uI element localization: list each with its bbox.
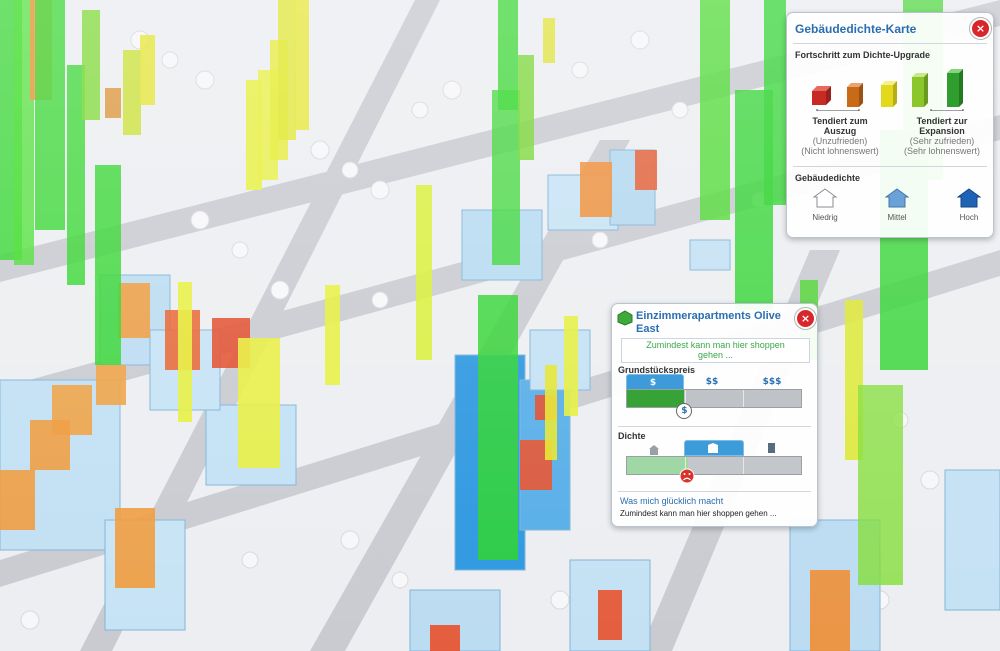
- svg-text:$$: $$: [706, 377, 719, 386]
- house-medium-icon: [885, 188, 909, 208]
- legend-divider: [793, 43, 987, 44]
- legend-title: Gebäudedichte-Karte: [795, 22, 917, 36]
- density-bar: [626, 456, 802, 475]
- cube-orange-icon: [847, 83, 863, 107]
- info-close-button[interactable]: ×: [795, 308, 816, 329]
- density-low-house-icon: [649, 445, 659, 455]
- land-value-low-icon: $: [650, 378, 656, 387]
- building-info-panel: Einzimmerapartments Olive East × Zuminde…: [611, 303, 818, 527]
- happiness-text: Zumindest kann man hier shoppen gehen ..…: [620, 509, 777, 518]
- happiness-heading: Was mich glücklich macht: [620, 496, 724, 506]
- land-value-bar-fill: [627, 390, 685, 407]
- progress-cubes: [812, 69, 964, 111]
- density-high-building-icon: [768, 443, 775, 453]
- cube-yellow-icon: [881, 81, 897, 107]
- density-section-heading: Dichte: [618, 431, 646, 441]
- house-high-icon: [957, 188, 981, 208]
- resident-quote: Zumindest kann man hier shoppen gehen ..…: [621, 338, 810, 363]
- density-map-legend: Gebäudedichte-Karte × Fortschritt zum Di…: [786, 12, 994, 238]
- density-heading: Gebäudedichte: [795, 173, 861, 183]
- cube-lime-icon: [912, 73, 928, 107]
- unhappy-face-icon: [679, 468, 695, 484]
- land-value-bar: [626, 389, 802, 408]
- land-value-medium-icon: $$: [706, 377, 719, 386]
- density-low-label: Niedrig: [812, 213, 838, 222]
- density-high-label: Hoch: [959, 213, 979, 222]
- tend-move-out-label: Tendiert zum Auszug (Unzufrieden) (Nicht…: [801, 116, 879, 156]
- svg-text:$: $: [650, 378, 656, 387]
- land-value-high-icon: $$$: [763, 377, 782, 386]
- residential-zone-icon: [617, 310, 633, 326]
- legend-divider-2: [793, 166, 987, 167]
- tend-expansion-label: Tendiert zur Expansion (Sehr zufrieden) …: [903, 116, 981, 156]
- cube-green-icon: [947, 69, 963, 107]
- building-name: Einzimmerapartments Olive East: [636, 310, 781, 335]
- legend-close-button[interactable]: ×: [970, 18, 991, 39]
- land-value-marker: $: [676, 403, 693, 419]
- house-low-icon: [813, 188, 837, 208]
- density-medium-label: Mittel: [887, 213, 907, 222]
- svg-text:$$$: $$$: [763, 377, 782, 386]
- cube-red-icon: [812, 86, 831, 105]
- density-medium-house-icon: [708, 443, 718, 453]
- progress-heading: Fortschritt zum Dichte-Upgrade: [795, 50, 931, 60]
